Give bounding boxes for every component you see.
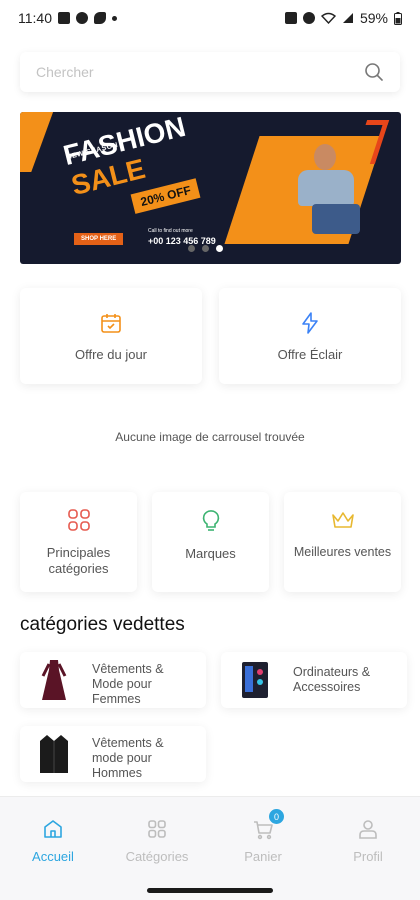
tab-profile[interactable]: Profil — [323, 817, 413, 864]
tab-home-label: Accueil — [32, 849, 74, 864]
search-bar[interactable] — [20, 52, 400, 92]
calendar-icon — [99, 311, 123, 335]
wifi-icon — [320, 12, 336, 24]
carousel-dot-active[interactable] — [216, 245, 223, 252]
search-input[interactable] — [36, 64, 364, 80]
carousel-dot[interactable] — [202, 245, 209, 252]
featured-categories-title: catégories vedettes — [20, 614, 185, 635]
flash-offer-card[interactable]: Offre Éclair — [219, 288, 401, 384]
featured-category-women[interactable]: Vêtements & Mode pour Femmes — [20, 652, 206, 708]
best-sellers-label: Meilleures ventes — [293, 545, 392, 559]
flash-offer-label: Offre Éclair — [277, 346, 343, 362]
promo-banner[interactable]: NEW SEASON FASHION SALE 20% OFF SHOP HER… — [20, 112, 401, 264]
featured-category-label: Vêtements & mode pour Hommes — [92, 736, 164, 780]
battery-level: 59% — [359, 10, 388, 26]
daily-offer-card[interactable]: Offre du jour — [20, 288, 202, 384]
lock-icon — [284, 12, 297, 24]
signal-icon — [342, 13, 353, 23]
featured-category-label: Vêtements & Mode pour Femmes — [92, 662, 164, 706]
gallery-notification-icon — [58, 12, 70, 24]
tab-home[interactable]: Accueil — [8, 817, 98, 864]
carousel-indicator[interactable] — [188, 245, 223, 252]
tab-cart-label: Panier — [244, 849, 282, 864]
tab-profile-label: Profil — [353, 849, 383, 864]
dress-icon — [32, 658, 76, 702]
home-page: NEW SEASON FASHION SALE 20% OFF SHOP HER… — [0, 36, 420, 796]
bulb-icon — [199, 508, 223, 534]
brands-card[interactable]: Marques — [152, 492, 269, 592]
search-icon[interactable] — [364, 62, 384, 82]
jacket-icon — [32, 732, 76, 776]
top-categories-label: Principales catégories — [46, 545, 111, 576]
tab-categories[interactable]: Catégories — [112, 817, 202, 864]
alarm-icon — [302, 12, 315, 24]
top-categories-card[interactable]: Principales catégories — [20, 492, 137, 592]
bottom-tab-bar: Accueil Catégories 0 Panier Profil — [0, 796, 420, 900]
daily-offer-label: Offre du jour — [74, 346, 148, 362]
home-icon — [42, 817, 64, 841]
banner-shop-button[interactable]: SHOP HERE — [74, 233, 124, 245]
brands-label: Marques — [185, 545, 236, 561]
carousel-dot[interactable] — [188, 245, 195, 252]
cart-icon: 0 — [252, 809, 284, 841]
banner-accent-stripe — [20, 112, 57, 172]
status-bar: 11:40 59% — [0, 0, 420, 36]
twitter-notification-icon — [94, 12, 106, 24]
tab-categories-label: Catégories — [125, 849, 189, 864]
tab-cart[interactable]: 0 Panier — [218, 809, 308, 864]
computer-icon — [233, 658, 277, 702]
battery-icon — [394, 11, 402, 25]
best-sellers-card[interactable]: Meilleures ventes — [284, 492, 401, 592]
cart-count-badge: 0 — [269, 809, 284, 824]
flash-icon — [298, 311, 322, 335]
banner-phone-caption: Call to find out more — [148, 228, 193, 234]
categories-icon — [146, 817, 168, 841]
banner-model-photo — [314, 144, 336, 170]
carousel-empty-notice: Aucune image de carrousel trouvée — [115, 430, 305, 444]
profile-icon — [357, 817, 379, 841]
featured-category-men[interactable]: Vêtements & mode pour Hommes — [20, 726, 206, 782]
grid-icon — [66, 507, 92, 533]
banner-model-torso — [298, 170, 354, 206]
featured-category-computers[interactable]: Ordinateurs & Accessoires — [221, 652, 407, 708]
status-time: 11:40 — [18, 10, 52, 26]
home-indicator[interactable] — [147, 888, 273, 893]
app-notification-icon — [76, 12, 88, 24]
featured-category-label: Ordinateurs & Accessoires — [293, 665, 371, 694]
banner-model-legs — [312, 204, 360, 234]
crown-icon — [330, 509, 356, 533]
more-notifications-dot — [112, 15, 117, 21]
